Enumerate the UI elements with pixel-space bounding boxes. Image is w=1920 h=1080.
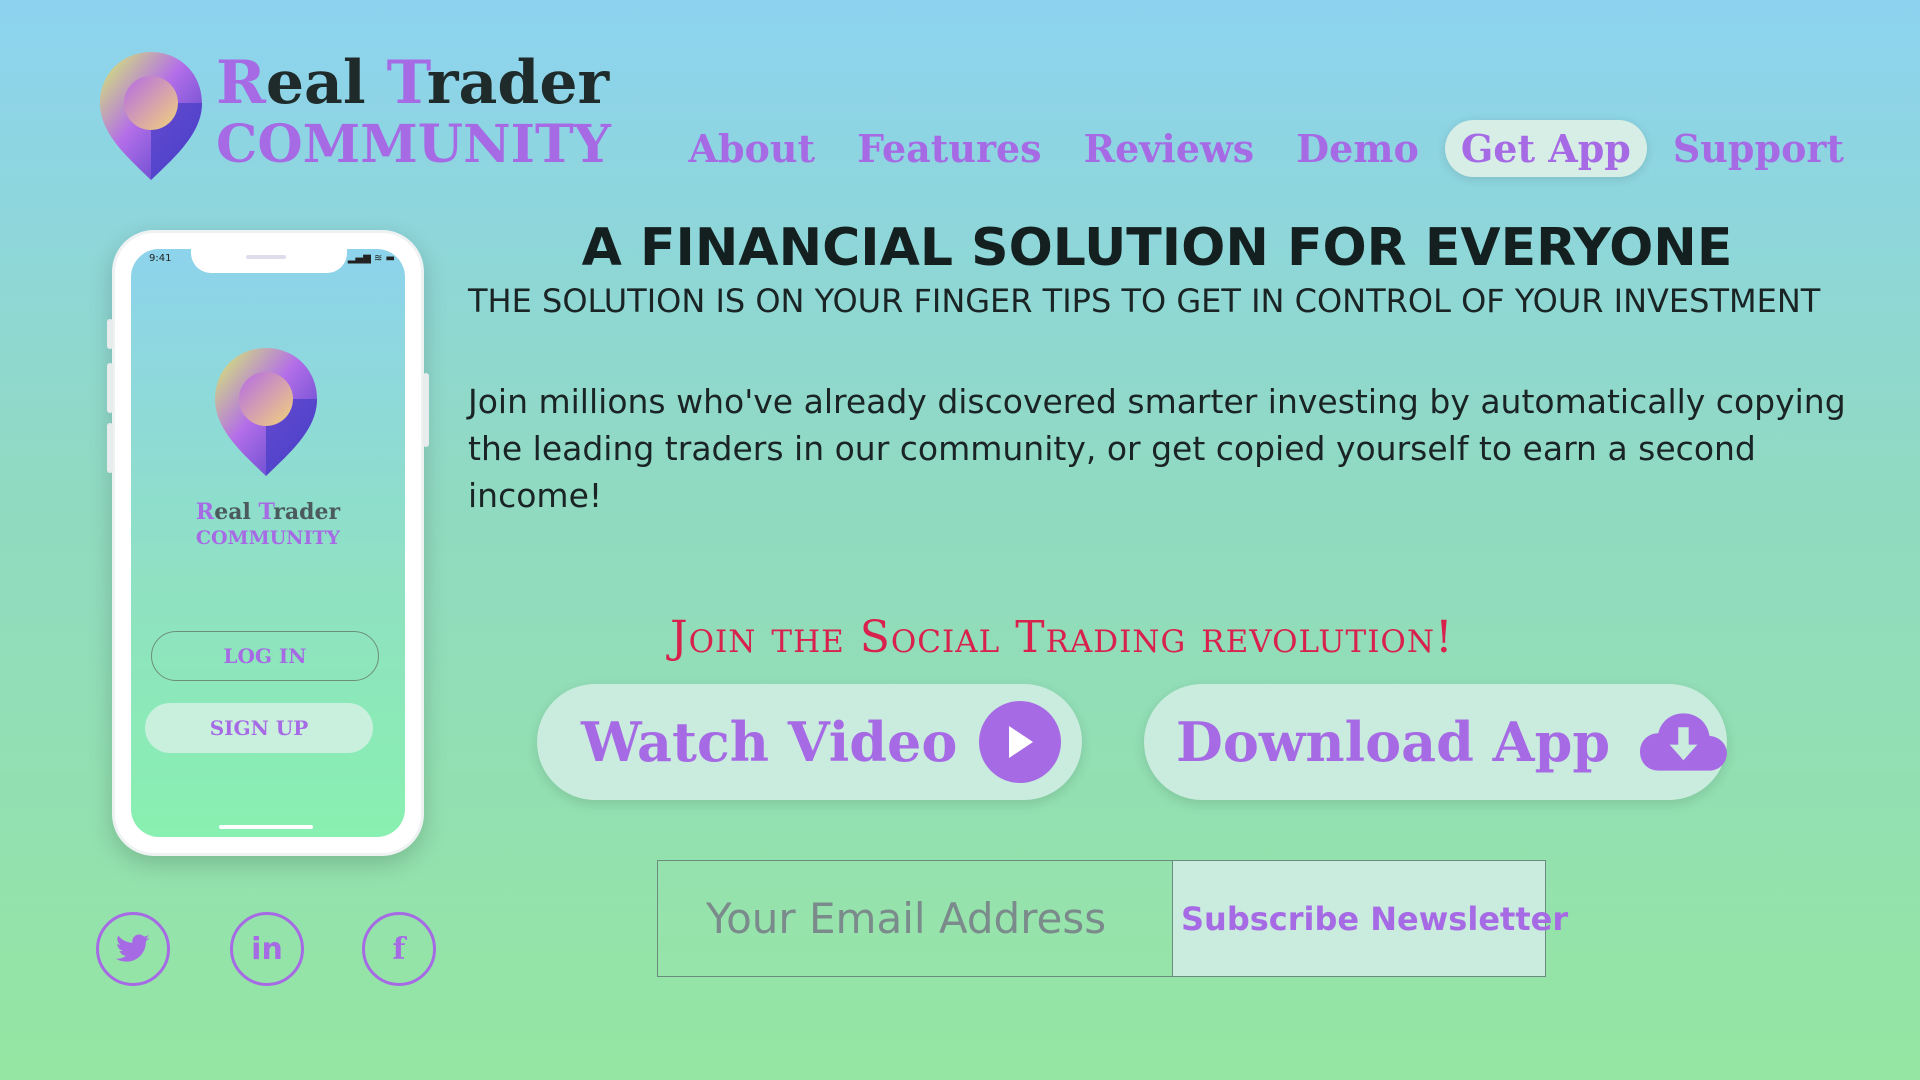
twitter-bird-icon [115, 934, 150, 962]
phone-mockup: 9:41 ▂▄▆ ≋ ▬ Real Trader COMMUNITY LOG I… [107, 230, 429, 856]
hero-subtitle: THE SOLUTION IS ON YOUR FINGER TIPS TO G… [468, 282, 1821, 320]
status-time: 9:41 [149, 253, 172, 264]
cloud-download-icon [1640, 713, 1727, 771]
nav-support[interactable]: Support [1657, 120, 1860, 177]
login-button[interactable]: LOG IN [151, 631, 379, 681]
phone-side-button [107, 423, 113, 473]
phone-side-button [423, 373, 429, 447]
download-app-button[interactable]: Download App [1144, 684, 1727, 800]
linkedin-glyph: in [251, 931, 283, 967]
brand-name-line1: Real Trader [216, 48, 610, 118]
download-app-label: Download App [1176, 710, 1611, 774]
facebook-glyph: f [392, 931, 406, 967]
hero-description: Join millions who've already discovered … [468, 382, 1846, 515]
main-nav: About Features Reviews Demo Get App Supp… [672, 120, 1860, 177]
app-brand-line2: COMMUNITY [195, 527, 341, 549]
nav-reviews[interactable]: Reviews [1068, 120, 1271, 177]
app-brand-line1: Real Trader [195, 499, 341, 525]
brand-name-line2: COMMUNITY [216, 114, 611, 175]
watch-video-button[interactable]: Watch Video [537, 684, 1082, 800]
subscribe-newsletter-button[interactable]: Subscribe Newsletter [1173, 860, 1568, 977]
twitter-icon[interactable] [96, 912, 170, 986]
newsletter-form: Subscribe Newsletter [657, 860, 1568, 977]
status-icons: ▂▄▆ ≋ ▬ [347, 253, 395, 264]
phone-home-indicator [219, 825, 313, 829]
nav-get-app[interactable]: Get App [1444, 120, 1647, 177]
nav-demo[interactable]: Demo [1280, 120, 1435, 177]
nav-features[interactable]: Features [841, 120, 1057, 177]
facebook-icon[interactable]: f [362, 912, 436, 986]
phone-screen: 9:41 ▂▄▆ ≋ ▬ Real Trader COMMUNITY LOG I… [131, 249, 405, 837]
watch-video-label: Watch Video [581, 710, 958, 774]
hero-title: A FINANCIAL SOLUTION FOR EVERYONE [581, 218, 1733, 278]
phone-notch [191, 249, 347, 273]
tagline: Join the Social Trading revolution! [670, 612, 1454, 663]
brand-logo[interactable]: Real Trader COMMUNITY [96, 48, 611, 188]
signup-button[interactable]: SIGN UP [145, 703, 373, 753]
nav-about[interactable]: About [672, 120, 831, 177]
phone-side-button [107, 319, 113, 349]
app-logo-pin-icon [215, 348, 317, 476]
email-input[interactable] [657, 860, 1173, 977]
phone-side-button [107, 363, 113, 413]
location-pin-logo-icon [100, 52, 202, 180]
play-icon [979, 701, 1062, 783]
linkedin-icon[interactable]: in [230, 912, 304, 986]
